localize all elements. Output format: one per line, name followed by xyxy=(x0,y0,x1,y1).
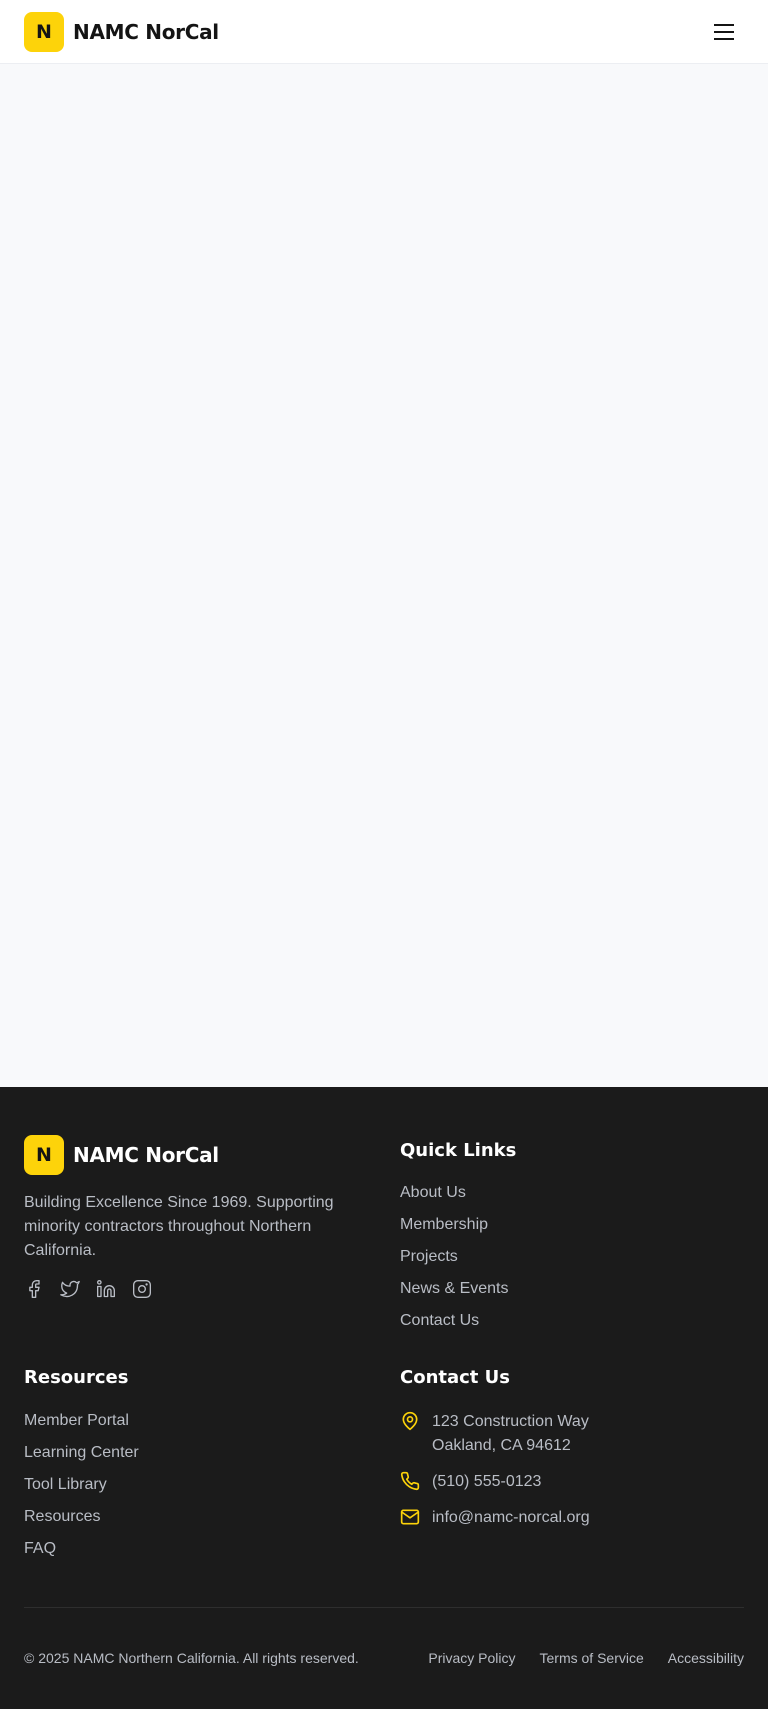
privacy-policy-link[interactable]: Privacy Policy xyxy=(428,1650,515,1666)
site-footer: N NAMC NorCal Building Excellence Since … xyxy=(0,1087,768,1709)
terms-of-service-link[interactable]: Terms of Service xyxy=(540,1650,644,1666)
top-navbar: N NAMC NorCal xyxy=(0,0,768,64)
linkedin-icon xyxy=(97,1280,116,1298)
address-text: 123 Construction Way Oakland, CA 94612 xyxy=(432,1410,589,1458)
facebook-link[interactable] xyxy=(24,1279,44,1299)
facebook-icon xyxy=(29,1280,40,1298)
footer-link-faq[interactable]: FAQ xyxy=(24,1539,139,1571)
quick-links-list: About Us Membership Projects News & Even… xyxy=(400,1183,508,1343)
footer-link-membership[interactable]: Membership xyxy=(400,1215,508,1247)
twitter-link[interactable] xyxy=(60,1279,80,1299)
footer-link-about-us[interactable]: About Us xyxy=(400,1183,508,1215)
resources-list: Member Portal Learning Center Tool Libra… xyxy=(24,1411,139,1571)
instagram-icon xyxy=(133,1280,151,1298)
accessibility-link[interactable]: Accessibility xyxy=(668,1650,744,1666)
resources-title: Resources xyxy=(24,1367,129,1388)
map-pin-icon xyxy=(400,1411,420,1431)
footer-description: Building Excellence Since 1969. Supporti… xyxy=(24,1194,334,1259)
brand-logo-link[interactable]: N NAMC NorCal xyxy=(24,12,219,52)
phone-text: (510) 555-0123 xyxy=(432,1473,542,1490)
main-content-area xyxy=(0,64,768,1087)
footer-link-projects[interactable]: Projects xyxy=(400,1247,508,1279)
footer-link-member-portal[interactable]: Member Portal xyxy=(24,1411,139,1443)
legal-links: Privacy Policy Terms of Service Accessib… xyxy=(404,1650,744,1666)
footer-brand-name: NAMC NorCal xyxy=(73,1143,219,1167)
linkedin-link[interactable] xyxy=(96,1279,116,1299)
address-line-2: Oakland, CA 94612 xyxy=(432,1437,571,1454)
footer-logo-badge: N xyxy=(24,1135,64,1175)
footer-link-resources[interactable]: Resources xyxy=(24,1507,139,1539)
copyright-text: © 2025 NAMC Northern California. All rig… xyxy=(24,1650,359,1666)
social-links xyxy=(24,1279,168,1299)
hamburger-menu-icon xyxy=(714,24,734,40)
footer-brand[interactable]: N NAMC NorCal xyxy=(24,1135,219,1175)
footer-divider xyxy=(24,1607,744,1608)
quick-links-title: Quick Links xyxy=(400,1140,517,1161)
email-text: info@namc-norcal.org xyxy=(432,1509,590,1526)
footer-link-contact-us[interactable]: Contact Us xyxy=(400,1311,508,1343)
contact-email[interactable]: info@namc-norcal.org xyxy=(400,1506,590,1530)
contact-phone[interactable]: (510) 555-0123 xyxy=(400,1470,541,1494)
twitter-icon xyxy=(60,1280,80,1298)
contact-us-title: Contact Us xyxy=(400,1367,511,1388)
logo-badge: N xyxy=(24,12,64,52)
footer-link-tool-library[interactable]: Tool Library xyxy=(24,1475,139,1507)
footer-link-learning-center[interactable]: Learning Center xyxy=(24,1443,139,1475)
phone-icon xyxy=(400,1471,420,1491)
mail-icon xyxy=(400,1507,420,1527)
address-line-1: 123 Construction Way xyxy=(432,1413,589,1430)
footer-link-news-events[interactable]: News & Events xyxy=(400,1279,508,1311)
instagram-link[interactable] xyxy=(132,1279,152,1299)
brand-name: NAMC NorCal xyxy=(73,20,219,44)
hamburger-menu-button[interactable] xyxy=(710,20,738,44)
contact-address: 123 Construction Way Oakland, CA 94612 xyxy=(400,1410,589,1458)
